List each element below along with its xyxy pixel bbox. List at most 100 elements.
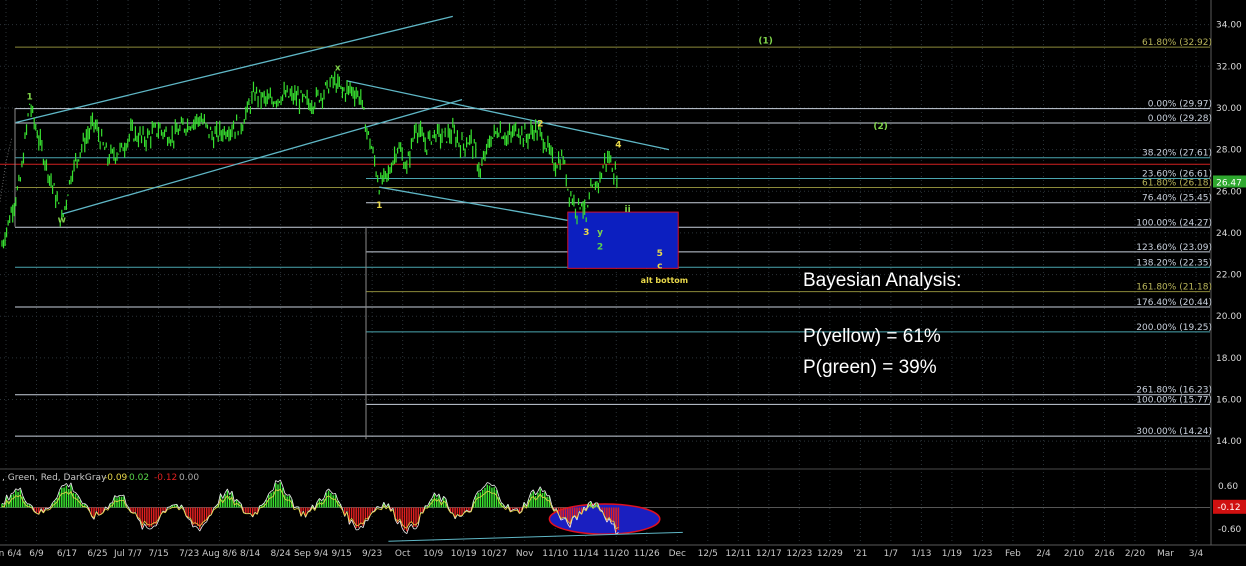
date-tick-label: Sep 9/4 — [294, 549, 329, 559]
wave-label: 2 — [597, 243, 603, 253]
oscillator-signal-line — [64, 483, 66, 485]
date-tick-label: Oct — [395, 549, 411, 559]
date-tick-label: 7/15 — [148, 549, 168, 559]
date-tick-label: 11/20 — [603, 549, 629, 559]
fib-level-label: 176.40% (20.44) — [1136, 298, 1212, 308]
price-tick-label: 30.00 — [1216, 104, 1242, 114]
date-tick-label: Mar — [1157, 549, 1174, 559]
date-tick-label: 9/15 — [332, 549, 352, 559]
oscillator-legend: , Green, Red, DarkGray — [2, 473, 107, 483]
oscillator-signal-line — [147, 528, 149, 529]
oscillator-current-label: -0.12 — [1217, 503, 1240, 513]
wave-label: x — [335, 63, 341, 73]
current-price-label: 26.47 — [1216, 178, 1242, 188]
fib-level-label: 161.80% (21.18) — [1136, 283, 1212, 293]
date-tick-label: 3/4 — [1189, 549, 1204, 559]
oscillator-signal-line — [543, 491, 545, 492]
oscillator-signal-line — [563, 518, 565, 519]
oscillator-signal-line — [110, 506, 112, 507]
oscillator-signal-line — [193, 526, 195, 527]
oscillator-signal-line — [333, 493, 335, 494]
wave-dotted-path — [0, 137, 12, 202]
date-tick-label: 12/5 — [698, 549, 718, 559]
date-tick-label: 2/16 — [1094, 549, 1114, 559]
wave-label: alt bottom — [641, 276, 688, 285]
oscillator-value: -0.09 — [104, 473, 128, 483]
date-tick-label: Aug 8/6 — [202, 549, 237, 559]
oscillator-signal-line — [478, 491, 480, 492]
oscillator-signal-line — [195, 526, 197, 528]
wave-label: 1 — [376, 201, 382, 211]
price-tick-label: 22.00 — [1216, 271, 1242, 281]
probability-green: P(green) = 39% — [803, 357, 937, 379]
date-tick-label: 6/17 — [57, 549, 77, 559]
fib-level-label: 123.60% (23.09) — [1136, 243, 1212, 253]
oscillator-signal-line — [168, 507, 170, 508]
probability-yellow: P(yellow) = 61% — [803, 326, 941, 348]
date-tick-label: 11/14 — [573, 549, 599, 559]
fib-level-label: 61.80% (26.18) — [1142, 179, 1212, 189]
oscillator-signal-line — [16, 489, 18, 491]
oscillator-signal-line — [294, 509, 296, 510]
date-tick-label: Nov — [516, 549, 534, 559]
oscillator-signal-line — [188, 519, 190, 520]
date-tick-label: 2/20 — [1125, 549, 1145, 559]
date-tick-label: 7/23 — [179, 549, 199, 559]
date-tick-label: '21 — [853, 549, 867, 559]
date-tick-label: 12/11 — [725, 549, 751, 559]
price-tick-label: 24.00 — [1216, 229, 1242, 239]
oscillator-value: 0.02 — [129, 473, 149, 483]
fib-level-label: 0.00% (29.28) — [1148, 114, 1212, 124]
oscillator-signal-line — [379, 509, 381, 510]
date-tick-label: 12/23 — [786, 549, 812, 559]
oscillator-value: 0.00 — [179, 473, 199, 483]
wave-label: y — [597, 228, 603, 238]
wave-label: (1) — [758, 36, 773, 46]
date-tick-label: 10/19 — [451, 549, 477, 559]
wave-label: 1 — [26, 93, 32, 103]
price-tick-label: 34.00 — [1216, 21, 1242, 31]
oscillator-signal-line — [260, 508, 262, 509]
oscillator-tick-label: 0.60 — [1218, 482, 1238, 492]
bayesian-title: Bayesian Analysis: — [803, 270, 961, 292]
price-tick-label: 32.00 — [1216, 62, 1242, 72]
oscillator-signal-line — [405, 532, 407, 534]
price-tick-label: 26.00 — [1216, 187, 1242, 197]
wave-label: 2 — [537, 120, 543, 130]
target-box — [568, 212, 678, 268]
date-tick-label: Dec — [669, 549, 686, 559]
date-tick-label: 1/23 — [972, 549, 992, 559]
fib-level-label: 38.20% (27.61) — [1142, 149, 1212, 159]
oscillator-signal-line — [361, 526, 363, 528]
date-tick-label: 1/13 — [911, 549, 931, 559]
oscillator-signal-line — [490, 483, 492, 485]
date-tick-label: 12/17 — [756, 549, 782, 559]
price-tick-label: 14.00 — [1216, 437, 1242, 447]
price-tick-label: 20.00 — [1216, 312, 1242, 322]
price-tick-label: 28.00 — [1216, 146, 1242, 156]
wave-label: 3 — [583, 228, 589, 238]
oscillator-signal-line — [469, 512, 471, 513]
wave-label: (2) — [873, 122, 888, 132]
oscillator-signal-line — [99, 514, 101, 515]
oscillator-tick-label: -0.60 — [1218, 525, 1242, 535]
oscillator-value: -0.12 — [154, 473, 177, 483]
wave-label: w — [58, 216, 66, 226]
date-tick-label: 10/9 — [423, 549, 443, 559]
date-tick-label: 8/24 — [271, 549, 291, 559]
fib-level-label: 0.00% (29.97) — [1148, 100, 1212, 110]
oscillator-signal-line — [11, 499, 13, 500]
fib-level-label: 200.00% (19.25) — [1136, 323, 1212, 333]
price-tick-label: 16.00 — [1216, 396, 1242, 406]
oscillator-signal-line — [175, 504, 177, 505]
date-tick-label: 2/10 — [1064, 549, 1084, 559]
date-tick-label: 1/19 — [942, 549, 962, 559]
oscillator-signal-line — [287, 495, 289, 496]
date-tick-label: 12/29 — [817, 549, 843, 559]
divergence-line — [388, 532, 682, 541]
fib-level-label: 100.00% (24.27) — [1136, 218, 1212, 228]
fib-level-label: 100.00% (15.77) — [1136, 395, 1212, 405]
wave-label: 5 — [657, 249, 663, 259]
oscillator-signal-line — [48, 509, 50, 510]
oscillator-signal-line — [276, 480, 278, 482]
